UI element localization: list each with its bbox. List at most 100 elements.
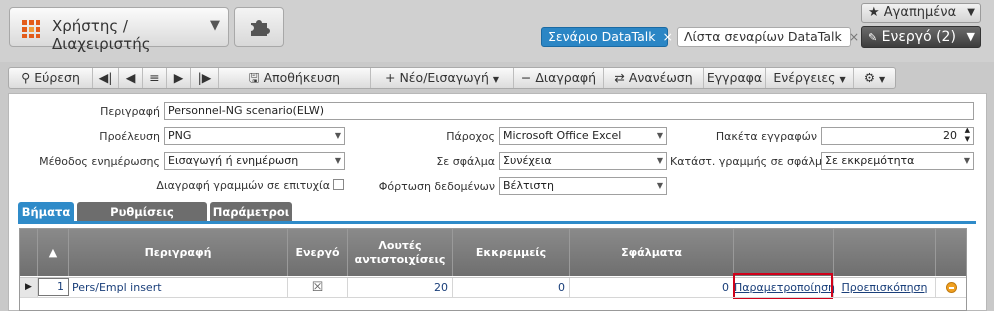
grid-row-divider xyxy=(20,297,966,298)
row-pending-cell: 0 xyxy=(453,278,570,297)
active-label: Ενεργό (2) xyxy=(881,29,956,45)
line-status-label: Κατάστ. γραμμής σε σφάλμα xyxy=(670,155,830,168)
save-button[interactable]: 🖫 Αποθήκευση xyxy=(219,68,371,88)
first-record-button[interactable]: ◀| xyxy=(93,68,119,88)
actions-button[interactable]: Ενέργειες ▼ xyxy=(766,68,854,88)
errors-header[interactable]: Σφάλματα xyxy=(570,229,734,276)
preview-link[interactable]: Προεπισκόπηση xyxy=(842,281,928,294)
record-packs-label: Πακέτα εγγραφών xyxy=(715,130,817,143)
last-icon: |▶ xyxy=(197,70,212,85)
provider-select[interactable]: Microsoft Office Excel ▼ xyxy=(499,127,667,145)
delete-button[interactable]: − Διαγραφή xyxy=(514,68,604,88)
line-status-select[interactable]: Σε εκκρεμότητα ▼ xyxy=(821,152,974,170)
dropdown-arrow-icon: ▼ xyxy=(963,156,970,165)
dropdown-arrow-icon: ▼ xyxy=(334,156,341,165)
description-field[interactable]: Personnel-NG scenario(ELW) xyxy=(164,102,974,120)
data-load-label: Φόρτωση δεδομένων xyxy=(378,180,495,193)
documents-label: Εγγραφα xyxy=(706,70,763,85)
delete-label: Διαγραφή xyxy=(535,70,597,85)
open-tab-scenario[interactable]: Σενάριο DataTalk × xyxy=(541,27,673,47)
chevron-down-icon: ▼ xyxy=(879,75,886,84)
dropdown-arrow-icon: ▼ xyxy=(334,131,341,140)
close-icon[interactable]: × xyxy=(659,29,672,44)
role-selector[interactable]: Χρήστης / Διαχειριστής ▼ xyxy=(9,7,229,53)
open-tab-label: Λίστα σεναρίων DataTalk xyxy=(684,29,842,44)
prev-icon: ◀ xyxy=(125,70,136,85)
refresh-button[interactable]: ⇄ Ανανέωση xyxy=(604,68,704,88)
chevron-down-icon[interactable]: ▼ xyxy=(210,18,220,33)
chevron-down-icon: ▼ xyxy=(492,75,500,84)
list-button[interactable]: ≡ xyxy=(143,68,167,88)
minus-icon: − xyxy=(520,70,532,85)
search-button[interactable]: ⚲ Εύρεση xyxy=(9,68,93,88)
settings-button[interactable]: ⚙ ▼ xyxy=(854,68,895,88)
plus-icon: + xyxy=(384,70,396,85)
provider-value: Microsoft Office Excel xyxy=(503,129,622,142)
functions-header[interactable]: Λουτές αντιστοιχίσεις xyxy=(348,229,453,276)
close-icon[interactable]: × xyxy=(846,29,859,44)
chevron-down-icon: ▼ xyxy=(966,30,975,43)
favorites-button[interactable]: ★ Αγαπημένα ▼ xyxy=(861,3,981,23)
next-record-button[interactable]: ▶ xyxy=(167,68,191,88)
active-windows-button[interactable]: ✎ Ενεργό (2) ▼ xyxy=(861,26,981,48)
source-select[interactable]: PNG ▼ xyxy=(164,127,345,145)
data-load-value: Βέλτιστη xyxy=(503,179,554,192)
on-error-label: Σε σφάλμα xyxy=(436,155,495,168)
row-index-cell[interactable]: 1 xyxy=(38,278,69,296)
prev-record-button[interactable]: ◀ xyxy=(119,68,143,88)
update-method-select[interactable]: Εισαγωγή ή ενημέρωση ▼ xyxy=(164,152,345,170)
row-active-checkbox[interactable]: ☒ xyxy=(288,278,348,297)
description-label: Περιγραφή xyxy=(100,105,160,118)
save-label: Αποθήκευση xyxy=(263,70,341,85)
source-label: Προέλευση xyxy=(99,130,160,143)
favorites-label: ★ Αγαπημένα xyxy=(868,5,957,20)
refresh-icon: ⇄ xyxy=(614,70,625,85)
search-label: Εύρεση xyxy=(34,70,80,85)
row-functions-cell: 20 xyxy=(348,278,453,297)
new-import-label: Νέο/Εισαγωγή xyxy=(399,70,489,85)
source-value: PNG xyxy=(168,129,192,142)
record-packs-stepper[interactable]: 20 ▲ ▼ xyxy=(821,127,974,145)
tab-connection-settings[interactable]: Ρυθμίσεις σύνδεσης xyxy=(77,202,207,239)
last-record-button[interactable]: |▶ xyxy=(191,68,219,88)
update-method-label: Μέθοδος ενημέρωσης xyxy=(39,155,160,168)
pending-header[interactable]: Εκκρεμμείς xyxy=(453,229,570,276)
documents-button[interactable]: Εγγραφα xyxy=(704,68,766,88)
remove-header xyxy=(936,229,966,276)
gear-icon: ⚙ xyxy=(863,70,876,85)
list-icon: ≡ xyxy=(149,70,160,85)
chevron-down-icon: ▼ xyxy=(967,7,975,18)
tab-underline xyxy=(18,221,976,224)
delete-lines-checkbox[interactable] xyxy=(333,179,344,190)
dropdown-arrow-icon: ▼ xyxy=(656,156,663,165)
data-load-select[interactable]: Βέλτιστη ▼ xyxy=(499,177,667,195)
preview-link-header xyxy=(834,229,936,276)
dropdown-arrow-icon: ▼ xyxy=(656,181,663,190)
toolbar: ⚲ Εύρεση ◀| ◀ ≡ ▶ |▶ 🖫 Αποθήκευση + Νέο/… xyxy=(8,67,896,89)
row-pointer-icon[interactable]: ▶ xyxy=(20,278,38,297)
on-error-select[interactable]: Συνέχεια ▼ xyxy=(499,152,667,170)
on-error-value: Συνέχεια xyxy=(503,154,552,167)
delete-lines-label: Διαγραφή γραμμών σε επιτυχία xyxy=(156,179,330,192)
tab-parameters[interactable]: Παράμετροι xyxy=(210,202,292,222)
row-preview-cell: Προεπισκόπηση xyxy=(834,278,936,297)
pencil-icon: ✎ xyxy=(868,31,878,44)
open-tab-scenario-list[interactable]: Λίστα σεναρίων DataTalk × xyxy=(677,27,859,47)
app-logo-icon xyxy=(22,20,40,38)
line-status-value: Σε εκκρεμότητα xyxy=(825,154,915,167)
active-header[interactable]: Ενεργό xyxy=(288,229,348,276)
row-description-cell[interactable]: Pers/Empl insert xyxy=(69,278,288,297)
tab-steps[interactable]: Βήματα xyxy=(18,202,74,222)
refresh-label: Ανανέωση xyxy=(628,70,693,85)
plugins-button[interactable] xyxy=(234,7,284,47)
sort-index-header[interactable]: ▲ xyxy=(38,229,69,276)
chevron-down-icon: ▼ xyxy=(839,75,846,84)
spinner-arrows-icon[interactable]: ▲ ▼ xyxy=(965,128,970,144)
record-packs-value: 20 xyxy=(943,129,957,142)
remove-row-icon[interactable] xyxy=(946,282,957,293)
highlight-box xyxy=(733,273,833,299)
description-header[interactable]: Περιγραφή xyxy=(69,229,288,276)
new-import-button[interactable]: + Νέο/Εισαγωγή ▼ xyxy=(371,68,514,88)
actions-label: Ενέργειες xyxy=(773,70,836,85)
provider-label: Πάροχος xyxy=(446,130,495,143)
